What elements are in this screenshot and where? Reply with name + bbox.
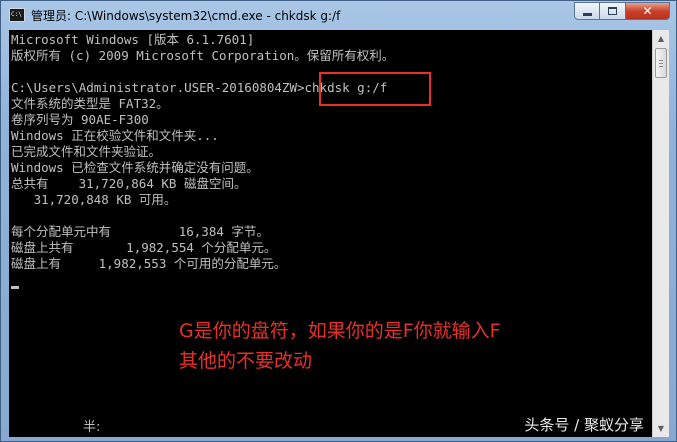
close-button[interactable]: ✕: [626, 2, 670, 20]
thumb-grip: [659, 63, 663, 64]
scroll-thumb[interactable]: [655, 48, 667, 78]
vertical-scrollbar[interactable]: ▲ ▼: [652, 30, 669, 437]
close-icon: ✕: [642, 4, 653, 18]
console-line: 31,720,848 KB 可用。: [11, 192, 177, 207]
window-controls: ✕: [574, 2, 670, 22]
watermark: 头条号 / 聚蚁分享: [524, 416, 644, 434]
thumb-grip: [659, 66, 663, 67]
console-output[interactable]: Microsoft Windows [版本 6.1.7601] 版权所有 (c)…: [9, 30, 652, 437]
window-title: 管理员: C:\Windows\system32\cmd.exe - chkds…: [31, 9, 341, 23]
console-line: 磁盘上有 1,982,553 个可用的分配单元。: [11, 256, 287, 271]
console-line: 文件系统的类型是 FAT32。: [11, 96, 169, 111]
console-line: 已完成文件和文件夹验证。: [11, 144, 162, 159]
scroll-up-button[interactable]: ▲: [653, 30, 669, 47]
maximize-button[interactable]: [600, 2, 626, 20]
thumb-grip: [659, 60, 663, 61]
console-line: Windows 已检查文件系统并确定没有问题。: [11, 160, 259, 175]
console-line: 总共有 31,720,864 KB 磁盘空间。: [11, 176, 247, 191]
title-bar[interactable]: C:\ 管理员: C:\Windows\system32\cmd.exe - c…: [1, 1, 676, 29]
text-cursor: [11, 286, 19, 289]
annotation-line-1: G是你的盘符，如果你的是F你就输入F: [179, 320, 501, 342]
console-line: 版权所有 (c) 2009 Microsoft Corporation。保留所有…: [11, 48, 395, 63]
minimize-button[interactable]: [574, 2, 600, 20]
console-line: 磁盘上共有 1,982,554 个分配单元。: [11, 240, 277, 255]
annotation-line-2: 其他的不要改动: [179, 350, 313, 372]
console-line: 每个分配单元中有 16,384 字节。: [11, 224, 269, 239]
ime-status: 半:: [83, 420, 101, 435]
maximize-icon: [608, 7, 617, 15]
console-line: 卷序列号为 90AE-F300: [11, 112, 149, 127]
cmd-window: C:\ 管理员: C:\Windows\system32\cmd.exe - c…: [0, 0, 677, 442]
console-line: Microsoft Windows [版本 6.1.7601]: [11, 32, 255, 47]
scroll-down-button[interactable]: ▼: [653, 420, 669, 437]
command-highlight-box: [319, 72, 431, 106]
console-line: Windows 正在校验文件和文件夹...: [11, 128, 219, 143]
cmd-app-icon[interactable]: C:\: [9, 8, 25, 22]
minimize-icon: [583, 13, 592, 16]
